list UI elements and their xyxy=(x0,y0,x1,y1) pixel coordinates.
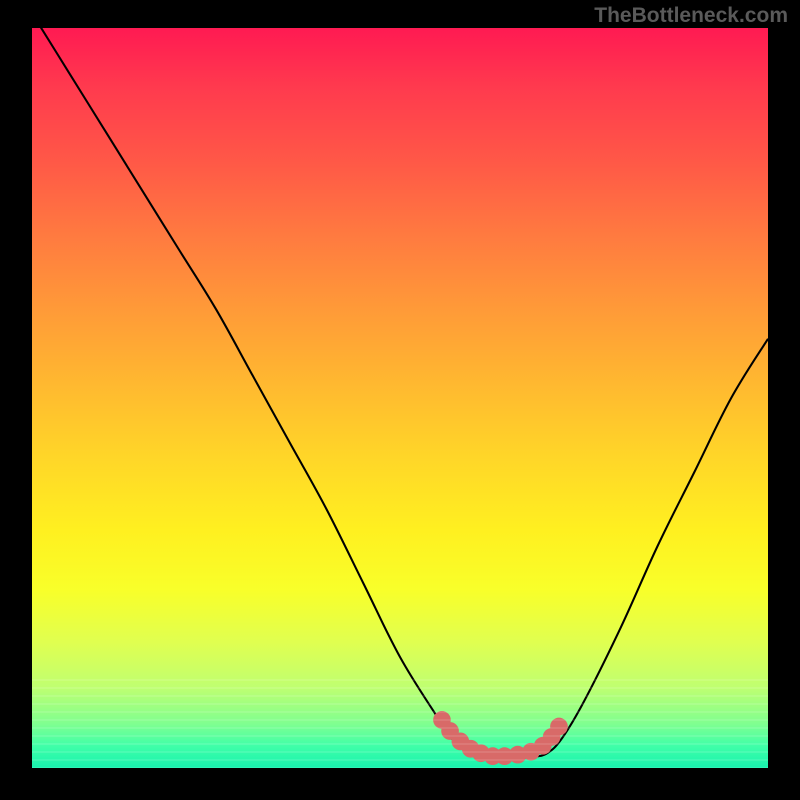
chart-container: TheBottleneck.com xyxy=(0,0,800,800)
plot-area xyxy=(32,28,768,768)
curve-svg xyxy=(32,28,768,768)
curve-marker xyxy=(550,718,568,736)
watermark-text: TheBottleneck.com xyxy=(594,4,788,28)
curve-markers xyxy=(433,711,568,765)
bottleneck-curve xyxy=(32,28,768,758)
